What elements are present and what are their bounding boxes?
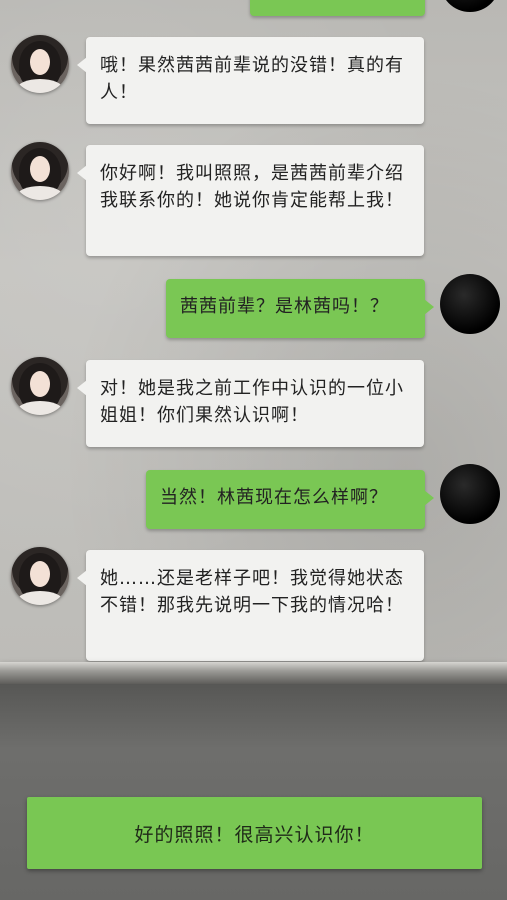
reply-option-button[interactable]: 好的照照！很高兴认识你！: [27, 797, 482, 869]
message-bubble-other: 对！她是我之前工作中认识的一位小姐姐！你们果然认识啊！: [77, 360, 424, 447]
message-bubble-other: 你好啊！我叫照照，是茜茜前辈介绍我联系你的！她说你肯定能帮上我！: [77, 145, 424, 256]
avatar-zhaozhao: [11, 142, 69, 200]
avatar-zhaozhao: [11, 547, 69, 605]
avatar-zhaozhao: [11, 35, 69, 93]
message-bubble-other: 她……还是老样子吧！我觉得她状态不错！那我先说明一下我的情况哈！: [77, 550, 424, 661]
avatar-self: [440, 464, 500, 524]
message-bubble-other: 哦！果然茜茜前辈说的没错！真的有人！: [77, 37, 424, 124]
wall-ledge: [0, 662, 507, 684]
message-bubble-self-partial: [250, 0, 425, 16]
avatar-self: [440, 274, 500, 334]
message-bubble-self: 当然！林茜现在怎么样啊？: [146, 470, 434, 529]
message-bubble-self: 茜茜前辈？是林茜吗！？: [166, 279, 434, 338]
chat-area: 哦！果然茜茜前辈说的没错！真的有人！ 你好啊！我叫照照，是茜茜前辈介绍我联系你的…: [0, 0, 507, 668]
avatar-self: [440, 0, 500, 12]
avatar-zhaozhao: [11, 357, 69, 415]
